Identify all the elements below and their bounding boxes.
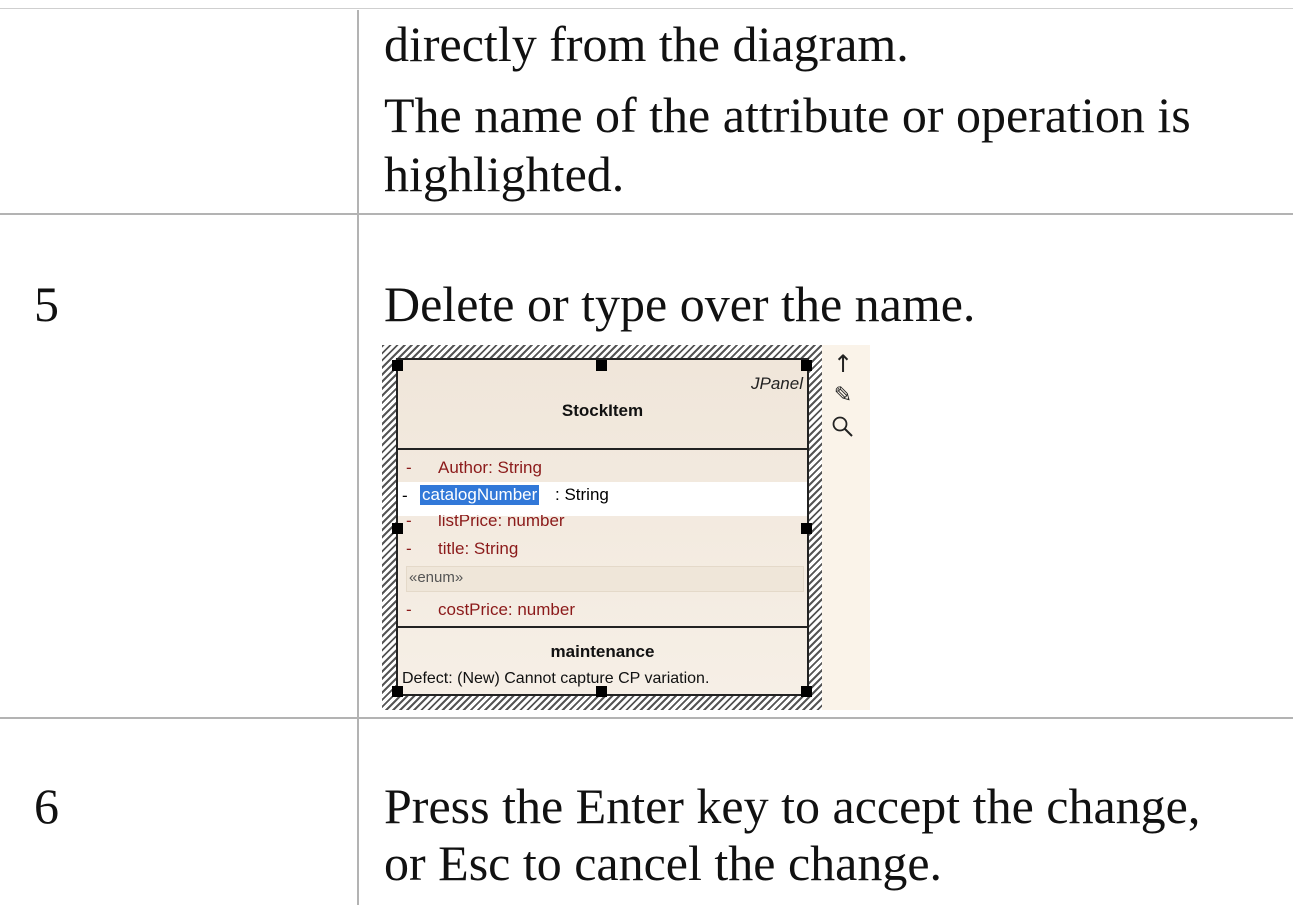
element-quick-toolbar: ↑ ✎ (826, 349, 862, 449)
step-text-line: The name of the attribute or operation i… (384, 87, 1191, 143)
attribute-row[interactable]: - title: String (398, 539, 807, 561)
step-text-line: or Esc to cancel the change. (384, 835, 943, 891)
compartment-divider (398, 626, 807, 628)
magnifier-icon[interactable] (830, 415, 856, 441)
class-element[interactable]: JPanel StockItem - Author: String - cata… (396, 358, 809, 696)
resize-handle[interactable] (801, 686, 812, 697)
attribute-row[interactable]: - Author: String (398, 458, 807, 480)
step-number: 6 (34, 778, 59, 834)
class-diagram-screenshot: JPanel StockItem - Author: String - cata… (382, 345, 870, 710)
step-number: 5 (34, 276, 59, 332)
attribute-edit-field[interactable]: - catalogNumber : String (398, 482, 807, 516)
selected-attribute-name[interactable]: catalogNumber (420, 485, 540, 505)
resize-handle[interactable] (801, 360, 812, 371)
attribute-row[interactable]: - costPrice: number (398, 600, 807, 622)
table-top-border (0, 8, 1293, 9)
attribute-row[interactable]: - listPrice: number (398, 515, 807, 533)
step-text-line: Delete or type over the name. (384, 276, 976, 332)
resize-handle[interactable] (392, 686, 403, 697)
step-text-line: directly from the diagram. (384, 16, 909, 72)
resize-handle[interactable] (392, 523, 403, 534)
enum-section-header: «enum» (406, 566, 804, 592)
row-divider (0, 717, 1293, 719)
resize-handle[interactable] (596, 686, 607, 697)
table-column-divider (357, 10, 359, 905)
resize-handle[interactable] (392, 360, 403, 371)
step-text-line: Press the Enter key to accept the change… (384, 778, 1201, 834)
step-text-line: highlighted. (384, 146, 625, 202)
paint-brush-icon[interactable]: ✎ (830, 383, 856, 409)
compartment-divider (398, 448, 807, 450)
row-divider (0, 213, 1293, 215)
compartment-title: maintenance (550, 642, 655, 661)
resize-handle[interactable] (596, 360, 607, 371)
compartment-text: Defect: (New) Cannot capture CP variatio… (402, 670, 710, 687)
resize-handle[interactable] (801, 523, 812, 534)
class-name: StockItem (561, 401, 644, 420)
arrow-up-icon[interactable]: ↑ (830, 351, 856, 377)
stereotype-label: JPanel (751, 374, 803, 393)
